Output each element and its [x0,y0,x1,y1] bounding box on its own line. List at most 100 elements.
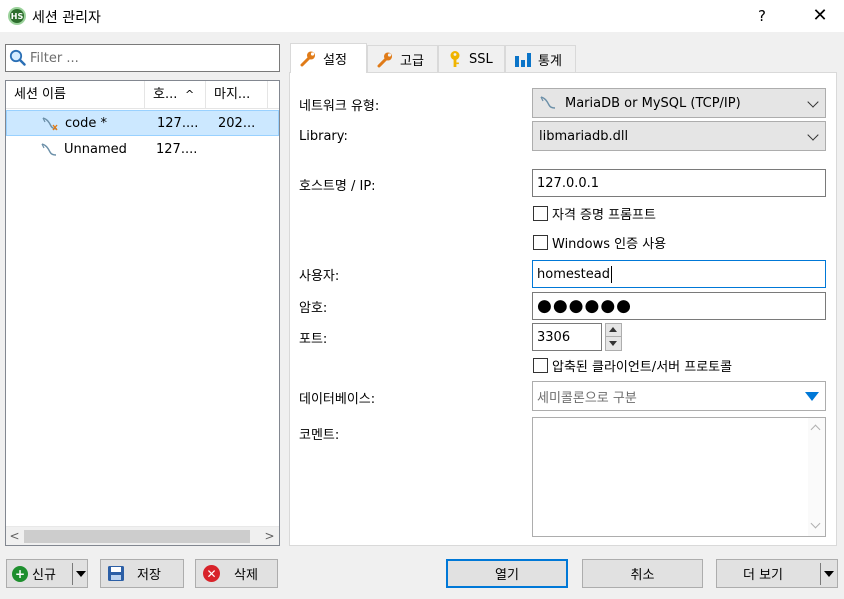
session-list[interactable]: 세션 이름 호... ^ 마지... code * 127.... 202...… [5,80,280,546]
chevron-down-icon [824,571,834,577]
databases-input[interactable]: 세미콜론으로 구분 [532,381,826,411]
scroll-right-icon[interactable]: > [261,527,278,546]
close-button[interactable]: ✕ [806,3,834,29]
list-header: 세션 이름 호... ^ 마지... [6,81,279,109]
filter-box [5,44,280,72]
library-select[interactable]: libmariadb.dll [532,121,826,151]
save-disk-icon [108,566,124,581]
mysql-dolphin-icon [41,143,57,156]
column-label: 마지... [214,87,251,102]
network-type-label: 네트워크 유형: [299,99,380,114]
tab-label: SSL [469,51,493,67]
session-row-unnamed[interactable]: Unnamed 127.... [6,137,279,163]
open-button[interactable]: 열기 [446,559,568,588]
save-button-label: 저장 [137,568,161,583]
checkbox-box[interactable] [533,235,548,250]
tab-settings[interactable]: 설정 [290,43,367,73]
tab-advanced[interactable]: 고급 [367,45,438,72]
spin-up-icon[interactable] [609,327,617,332]
sort-ascending-icon: ^ [185,88,195,101]
chevron-down-icon [807,129,819,141]
column-header-host[interactable]: 호... ^ [145,81,206,109]
wrench-icon [377,52,392,67]
key-icon [450,51,460,67]
port-label: 포트: [299,332,328,347]
more-dropdown-arrow[interactable] [822,560,836,588]
comment-scrollbar[interactable] [808,418,825,536]
session-last-connect: 202... [218,116,256,131]
prompt-credentials-checkbox[interactable]: 자격 증명 프롬프트 [533,204,656,223]
chevron-down-icon [76,571,86,577]
split-divider [72,563,73,585]
help-button[interactable]: ? [748,3,776,29]
more-button-label: 더 보기 [743,568,784,583]
dropdown-arrow-icon[interactable] [805,392,819,401]
horizontal-scrollbar[interactable]: < > [6,526,279,545]
save-button[interactable]: 저장 [100,559,184,588]
spin-down-icon[interactable] [609,341,617,346]
title-bar: HS 세션 관리자 ? ✕ [0,0,844,32]
tab-label: 고급 [400,53,424,69]
port-input[interactable]: 3306 [532,323,602,351]
session-name: Unnamed [64,142,127,157]
column-label: 호... [153,87,178,102]
windows-auth-label: Windows 인증 사용 [552,237,667,252]
session-host: 127.... [156,142,198,157]
scrollbar-thumb[interactable] [24,530,250,543]
comment-label: 코멘트: [299,428,340,443]
session-host: 127.... [157,116,199,131]
network-type-select[interactable]: MariaDB or MySQL (TCP/IP) [532,88,826,118]
windows-auth-checkbox[interactable]: Windows 인증 사용 [533,233,666,252]
user-label: 사용자: [299,269,340,284]
tab-ssl[interactable]: SSL [438,45,505,72]
filter-input[interactable] [30,48,275,68]
chevron-down-icon [807,96,819,108]
checkbox-box[interactable] [533,358,548,373]
spinner-divider [606,336,621,337]
new-dropdown-arrow[interactable] [74,560,88,588]
prompt-credentials-label: 자격 증명 프롬프트 [552,208,656,223]
user-input[interactable]: homestead [532,260,826,288]
scroll-down-icon[interactable] [810,518,821,529]
scroll-left-icon[interactable]: < [6,527,23,546]
network-type-value: MariaDB or MySQL (TCP/IP) [565,95,741,111]
column-header-last-connect[interactable]: 마지... [206,81,268,109]
password-value: ●●●●●● [537,296,633,316]
app-icon: HS [8,7,26,25]
databases-placeholder: 세미콜론으로 구분 [537,390,637,406]
delete-button[interactable]: ✕ 삭제 [195,559,278,588]
mysql-dolphin-icon [42,117,58,131]
host-input[interactable]: 127.0.0.1 [532,169,826,197]
port-spinner[interactable] [605,323,622,351]
new-session-button[interactable]: + 신규 [6,559,88,588]
mysql-dolphin-icon [540,96,556,109]
scroll-up-icon[interactable] [810,424,821,435]
open-button-label: 열기 [495,568,519,583]
compressed-protocol-checkbox[interactable]: 압축된 클라이언트/서버 프로토콜 [533,356,732,375]
text-caret [610,265,612,283]
session-row-code[interactable]: code * 127.... 202... [6,110,279,136]
password-input[interactable]: ●●●●●● [532,292,826,320]
delete-x-icon: ✕ [203,565,220,582]
bar-chart-icon [515,52,531,67]
tab-label: 통계 [538,53,562,69]
library-value: libmariadb.dll [539,128,629,144]
checkbox-box[interactable] [533,206,548,221]
split-divider [820,563,821,585]
new-button-label: 신규 [32,568,56,583]
plus-icon: + [12,565,28,582]
compressed-protocol-label: 압축된 클라이언트/서버 프로토콜 [552,360,733,375]
more-button[interactable]: 더 보기 [716,559,838,588]
cancel-button[interactable]: 취소 [582,559,703,588]
wrench-icon [300,51,315,67]
column-header-session-name[interactable]: 세션 이름 [6,81,145,109]
session-name: code * [65,116,107,131]
comment-textarea[interactable] [532,417,826,537]
delete-button-label: 삭제 [234,568,258,583]
tab-statistics[interactable]: 통계 [505,45,576,72]
databases-label: 데이터베이스: [299,392,376,407]
search-icon [9,49,26,66]
port-value: 3306 [537,329,571,345]
host-label: 호스트명 / IP: [299,179,376,194]
column-label: 세션 이름 [14,87,66,102]
